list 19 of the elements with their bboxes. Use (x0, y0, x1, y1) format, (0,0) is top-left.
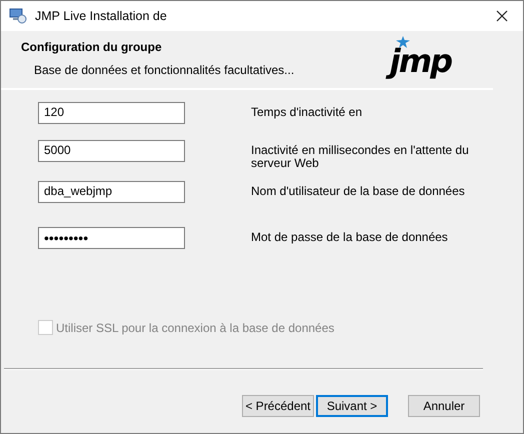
step-subtitle: Base de données et fonctionnalités facultatives... (34, 63, 294, 77)
field-label: Inactivité en millisecondes en l'attente du serveur Web (251, 142, 470, 170)
dialog-button[interactable]: Annuler (408, 395, 480, 417)
computer-icon (9, 8, 27, 24)
checkbox-label: Utiliser SSL pour la connexion à la base de données (56, 320, 334, 334)
close-icon[interactable] (496, 10, 508, 22)
input-field[interactable]: 5000 (38, 140, 185, 162)
field-label: Temps d'inactivité en (251, 104, 364, 119)
logo-text: jmp (384, 44, 457, 82)
input-field[interactable]: dba_webjmp (38, 181, 185, 203)
input-field[interactable]: ••••••••• (38, 227, 185, 249)
dialog-button[interactable]: < Précédent (242, 395, 314, 417)
star-figure-icon (396, 36, 410, 48)
field-label: Mot de passe de la base de données (251, 229, 449, 244)
step-title: Configuration du groupe (21, 40, 163, 54)
window-title: JMP Live Installation de (35, 9, 168, 23)
input-field[interactable]: 120 (38, 102, 185, 124)
field-label: Nom d'utilisateur de la base de données (251, 183, 466, 198)
dialog-button[interactable]: Suivant > (316, 395, 388, 417)
